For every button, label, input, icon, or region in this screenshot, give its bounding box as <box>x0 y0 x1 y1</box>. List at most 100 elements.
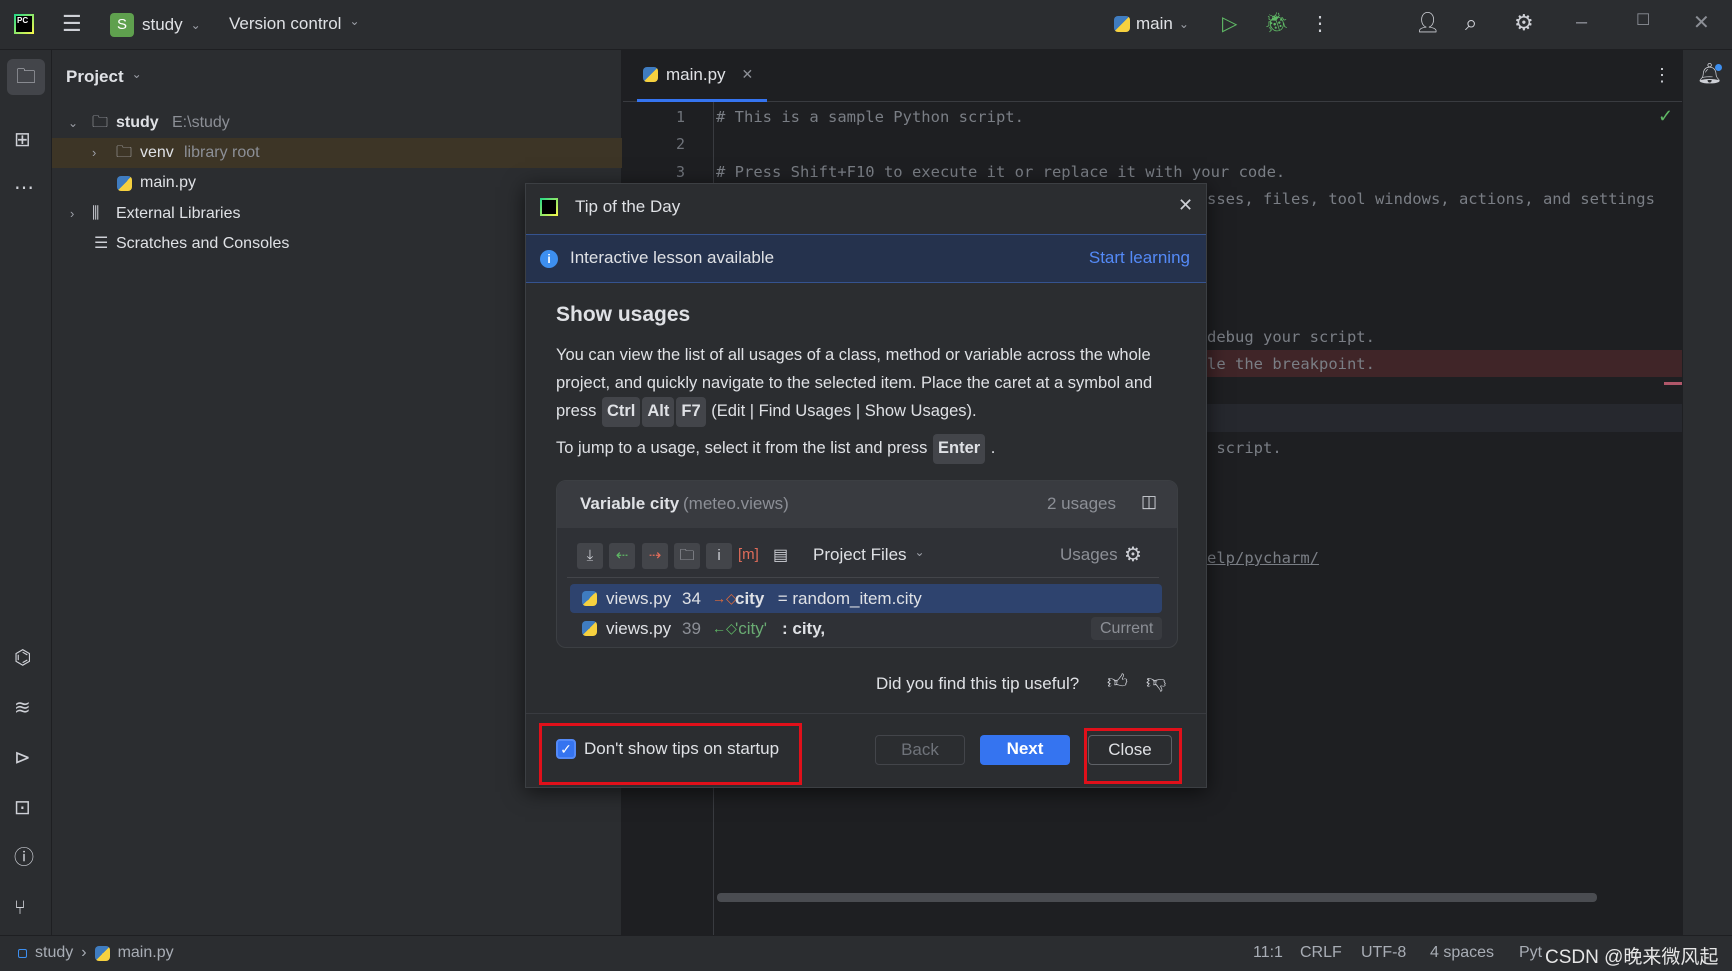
scope-select[interactable]: Project Files ⌄ <box>813 545 925 565</box>
code-line[interactable]: script. <box>1207 439 1281 457</box>
panel-title: Project <box>66 67 124 86</box>
breadcrumb: study › main.py <box>18 944 174 962</box>
add-user-icon[interactable]: 👤︎ <box>1415 13 1440 33</box>
next-button[interactable]: Next <box>980 735 1070 765</box>
breadcrumb-item[interactable]: main.py <box>118 944 174 962</box>
module-icon[interactable]: [m] <box>738 546 759 563</box>
close-tab-icon[interactable]: ✕ <box>742 66 754 83</box>
scratches-icon: ☰ <box>94 235 109 252</box>
code-line[interactable]: # Press Shift+F10 to execute it or repla… <box>716 163 1285 181</box>
vcs-menu[interactable]: Version control ⌄ <box>229 14 360 34</box>
python-file-icon <box>94 945 110 961</box>
chevron-right-icon[interactable]: › <box>92 138 96 168</box>
run-icon[interactable]: ▷ <box>1222 14 1237 34</box>
right-tool-strip: 🔔︎ <box>1682 50 1732 935</box>
tree-hint: E:\study <box>172 114 230 131</box>
usage-file: views.py <box>606 619 672 638</box>
key-ctrl: Ctrl <box>601 397 641 427</box>
code-line[interactable]: debug your script. <box>1207 328 1375 346</box>
code-line[interactable]: # This is a sample Python script. <box>716 108 1024 126</box>
minimize-icon[interactable]: – <box>1576 12 1587 32</box>
layers-icon[interactable]: ≋ <box>14 698 31 718</box>
tree-item-venv[interactable]: › 🗀 venv library root <box>52 138 622 168</box>
open-in-window-icon[interactable]: ◫ <box>1141 493 1157 510</box>
caret-position[interactable]: 11:1 <box>1253 944 1283 962</box>
main-menu-icon[interactable]: ☰ <box>62 13 82 35</box>
problems-icon[interactable]: ⓘ <box>14 848 34 868</box>
usage-code: 'city' <box>735 619 767 638</box>
usage-line: 39 <box>682 619 701 638</box>
more-vertical-icon[interactable]: ⋮ <box>1310 14 1330 34</box>
usage-row[interactable]: views.py 34 →◇ city = random_item.city <box>570 584 1162 613</box>
chevron-down-icon: ⌄ <box>1178 17 1189 31</box>
git-icon[interactable]: ⑂ <box>14 898 26 918</box>
run-config-select[interactable]: main ⌄ <box>1114 14 1189 34</box>
write-access-icon[interactable]: ⇢ <box>642 543 668 569</box>
preview-icon[interactable]: ▤ <box>773 545 788 565</box>
tip-text: To jump to a usage, select it from the l… <box>556 439 928 457</box>
chevron-right-icon[interactable]: › <box>70 199 74 229</box>
tab-options-icon[interactable]: ⋮ <box>1653 66 1671 84</box>
maximize-icon[interactable]: ☐ <box>1636 13 1650 29</box>
tree-label: venv <box>140 144 174 161</box>
interpreter[interactable]: Pyt <box>1519 944 1542 962</box>
usage-title: Variable city <box>580 494 680 513</box>
code-line[interactable]: le the breakpoint. <box>1207 355 1375 373</box>
usages-label: Usages <box>1060 545 1118 564</box>
highlight-box-close <box>1084 728 1182 784</box>
project-view-select[interactable]: Project ⌄ <box>66 67 142 87</box>
current-line-highlight <box>1207 404 1682 432</box>
code-link[interactable]: elp/pycharm/ <box>1207 549 1319 567</box>
tree-item-study[interactable]: ⌄ 🗀 study E:\study <box>52 108 622 138</box>
usage-count: 2 usages <box>1047 494 1116 513</box>
merge-icon[interactable]: ⤓ <box>577 543 603 569</box>
highlight-box-checkbox <box>539 723 802 785</box>
usage-scope: (meteo.views) <box>683 494 789 513</box>
debug-icon[interactable]: 🐞︎ <box>1264 13 1289 33</box>
terminal-icon[interactable]: ⊡ <box>14 798 31 818</box>
search-icon[interactable]: ⌕ <box>1465 12 1477 34</box>
tip-paragraph: You can view the list of all usages of a… <box>556 342 1176 427</box>
more-horizontal-icon[interactable]: ⋯ <box>14 178 34 198</box>
close-window-icon[interactable]: ✕ <box>1693 13 1710 33</box>
pycharm-logo: PC <box>14 14 34 34</box>
tree-label: Scratches and Consoles <box>116 235 290 252</box>
project-switcher[interactable]: S study ⌄ <box>110 13 201 37</box>
start-learning-link[interactable]: Start learning <box>1089 248 1190 268</box>
project-badge: S <box>110 13 134 37</box>
project-folder-icon[interactable]: 🗀 <box>7 59 45 95</box>
horizontal-scrollbar[interactable] <box>717 893 1597 902</box>
group-by-directory-icon[interactable]: 🗀 <box>674 543 700 569</box>
no-problems-check-icon: ✓ <box>1658 106 1674 126</box>
close-icon[interactable]: ✕ <box>1178 196 1193 214</box>
usage-row[interactable]: views.py 39 ←◇ 'city' : city, Current <box>570 614 1163 643</box>
usages-preview: Variable city (meteo.views) 2 usages ◫ ⤓… <box>556 480 1178 648</box>
thumbs-up-icon[interactable]: 👍︎ <box>1107 672 1128 692</box>
error-stripe-mark[interactable] <box>1664 382 1682 385</box>
chevron-down-icon[interactable]: ⌄ <box>68 108 78 138</box>
gear-icon[interactable]: ⚙ <box>1514 12 1534 34</box>
usage-file: views.py <box>606 589 672 608</box>
tree-label: study <box>116 114 159 131</box>
back-button[interactable]: Back <box>875 735 965 765</box>
notification-dot <box>1715 64 1722 71</box>
indent-setting[interactable]: 4 spaces <box>1430 944 1494 962</box>
editor-tab-bar: main.py ✕ ⋮ <box>623 50 1682 102</box>
python-console-icon[interactable]: ⌬ <box>14 648 31 668</box>
usage-code: : city, <box>782 619 826 638</box>
tree-hint: library root <box>184 144 260 161</box>
scope-label: Project Files <box>813 545 907 564</box>
gear-icon[interactable]: ⚙ <box>1124 545 1142 565</box>
read-access-icon[interactable]: ⇠ <box>609 543 635 569</box>
info-toggle-icon[interactable]: i <box>706 543 732 569</box>
thumbs-down-icon[interactable]: 👎︎ <box>1146 672 1166 692</box>
services-icon[interactable]: ⊳ <box>14 748 31 768</box>
structure-icon[interactable]: ⊞ <box>14 130 31 150</box>
tab-main-py[interactable]: main.py ✕ <box>637 50 767 102</box>
line-separator[interactable]: CRLF <box>1300 944 1342 962</box>
breadcrumb-item[interactable]: study <box>35 944 73 962</box>
run-config-name: main <box>1136 14 1173 33</box>
file-encoding[interactable]: UTF-8 <box>1361 944 1406 962</box>
code-line[interactable]: sses, files, tool windows, actions, and … <box>1207 190 1655 208</box>
key-alt: Alt <box>642 397 675 427</box>
